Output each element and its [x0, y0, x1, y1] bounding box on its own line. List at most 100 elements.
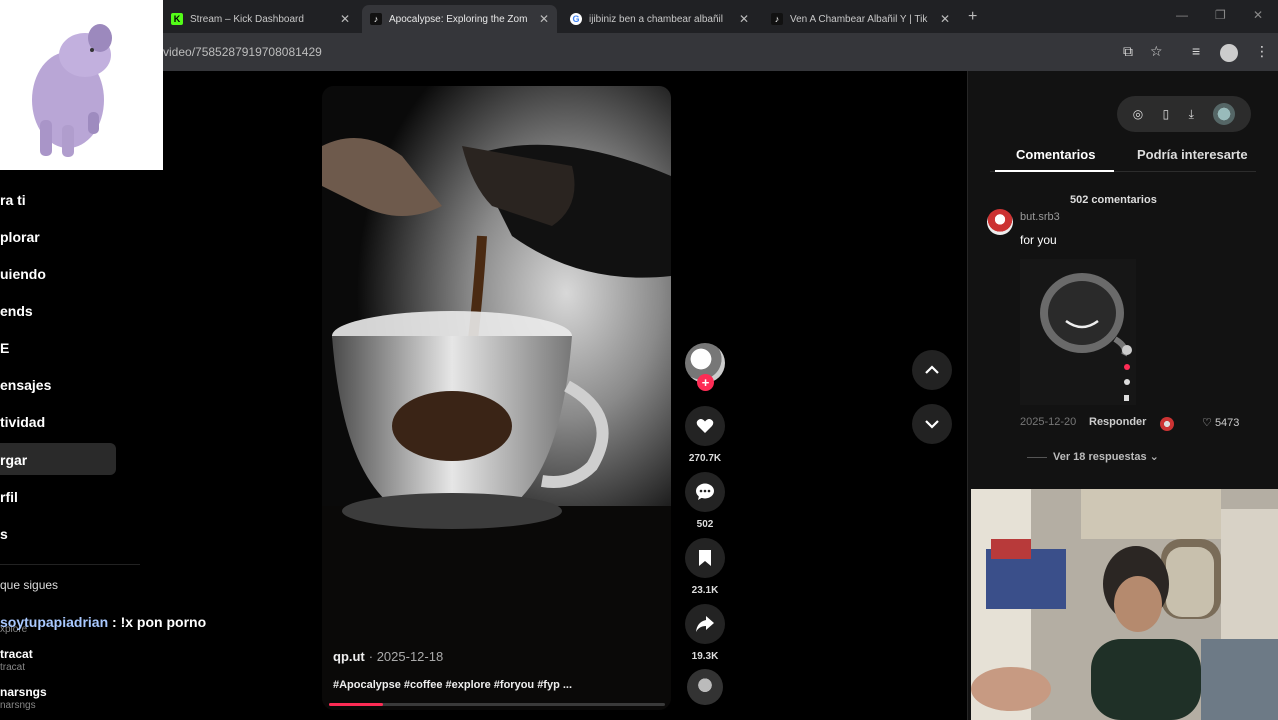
- save-action[interactable]: 23.1K: [684, 538, 726, 596]
- minimize-icon[interactable]: —: [1176, 8, 1188, 22]
- comment-date: 2025-12-20: [1020, 416, 1077, 428]
- bookmark-icon[interactable]: [685, 538, 725, 578]
- sidebar-divider: [0, 564, 140, 565]
- close-icon[interactable]: ✕: [539, 12, 549, 26]
- sidebar-item-friends[interactable]: ends: [0, 303, 33, 319]
- webcam-feed: [971, 489, 1278, 720]
- comment-count: 502: [696, 519, 714, 530]
- chevron-down-icon: [925, 420, 939, 429]
- sidebar-item-messages[interactable]: ensajes: [0, 377, 51, 393]
- sidebar-item-profile[interactable]: rfil: [0, 489, 18, 505]
- following-account-handle: tracat: [0, 662, 26, 673]
- comment-bubble-icon[interactable]: [685, 472, 725, 512]
- share-action[interactable]: 19.3K: [684, 604, 726, 662]
- replies-dash: [1027, 456, 1047, 458]
- sidebar-item-upload[interactable]: rgar: [0, 443, 116, 475]
- tab-title: Apocalypse: Exploring the Zom: [389, 13, 528, 25]
- sidebar-item-for-you[interactable]: ra ti: [0, 192, 26, 208]
- address-bar: video/7585287919708081429 ⧉ ☆ ≡ ⋮: [0, 33, 1278, 71]
- google-icon: G: [570, 13, 582, 25]
- view-replies-button[interactable]: Ver 18 respuestas ⌄: [1027, 450, 1159, 463]
- video-hashtags[interactable]: #Apocalypse #coffee #explore #foryou #fy…: [333, 679, 572, 691]
- new-tab-icon[interactable]: +: [968, 8, 977, 26]
- reading-list-icon[interactable]: ≡: [1192, 43, 1200, 59]
- bookmark-star-icon[interactable]: ☆: [1150, 43, 1163, 60]
- next-video-button[interactable]: [912, 404, 952, 444]
- tab-title: Stream – Kick Dashboard: [190, 13, 304, 25]
- author-name[interactable]: qp.ut: [333, 649, 365, 664]
- coffee-smile-image: [1020, 259, 1136, 405]
- tab-google-search[interactable]: G ijibiniz ben a chambear albañil ✕: [562, 5, 757, 33]
- heart-icon[interactable]: [685, 406, 725, 446]
- reply-button[interactable]: Responder: [1089, 416, 1146, 428]
- device-icon[interactable]: ▯: [1163, 107, 1170, 121]
- webcam-overlay: [971, 489, 1278, 720]
- video-date: · 2025-12-18: [368, 649, 444, 664]
- tab-kick-dashboard[interactable]: K Stream – Kick Dashboard ✕: [163, 5, 358, 33]
- tab-apocalypse[interactable]: ♪ Apocalypse: Exploring the Zom ✕: [362, 5, 557, 33]
- stream-chat-message: soytupapiadrian : !x pon porno: [0, 614, 206, 630]
- kick-icon: K: [171, 13, 183, 25]
- tab-title: ijibiniz ben a chambear albañil: [589, 13, 723, 25]
- top-right-toolbar: ◎ ▯ ⤓: [1117, 96, 1251, 132]
- like-action[interactable]: 270.7K: [684, 406, 726, 464]
- chat-username: soytupapiadrian: [0, 614, 109, 630]
- share-arrow-icon[interactable]: [685, 604, 725, 644]
- browser-tab-strip: K Stream – Kick Dashboard ✕ ♪ Apocalypse…: [0, 0, 1278, 33]
- active-tab-indicator: [995, 170, 1114, 172]
- compass-icon[interactable]: ◎: [1133, 107, 1143, 121]
- user-avatar[interactable]: [1213, 103, 1236, 125]
- sidebar-item-more[interactable]: s: [0, 526, 8, 542]
- commenter-avatar[interactable]: [987, 209, 1013, 235]
- heart-outline-icon: ♡: [1202, 417, 1212, 429]
- chevron-up-icon: [925, 365, 939, 374]
- url-field[interactable]: video/7585287919708081429: [163, 45, 322, 59]
- chat-text: : !x pon porno: [108, 614, 207, 630]
- close-icon[interactable]: ✕: [739, 12, 749, 26]
- install-app-icon[interactable]: ⧉: [1123, 43, 1133, 60]
- sidebar-item-explore[interactable]: plorar: [0, 229, 40, 245]
- commenter-username[interactable]: but.srb3: [1020, 211, 1060, 223]
- video-player[interactable]: qp.ut · 2025-12-18 #Apocalypse #coffee #e…: [322, 86, 671, 710]
- tab-comments[interactable]: Comentarios: [1016, 147, 1095, 162]
- download-icon[interactable]: ⤓: [1189, 107, 1194, 122]
- view-replies-label: Ver 18 respuestas: [1053, 451, 1147, 463]
- video-author[interactable]: qp.ut · 2025-12-18: [333, 649, 443, 664]
- sound-avatar[interactable]: [687, 669, 723, 705]
- comment-like[interactable]: ♡ 5473: [1202, 416, 1239, 429]
- following-account-name[interactable]: tracat: [0, 647, 33, 661]
- follow-plus-button[interactable]: +: [697, 374, 714, 391]
- tab-suggested[interactable]: Podría interesarte: [1137, 147, 1248, 162]
- comment-action[interactable]: 502: [684, 472, 726, 530]
- share-count: 19.3K: [691, 651, 719, 662]
- purple-dog-illustration: [32, 24, 112, 157]
- sidebar-item-live[interactable]: E: [0, 340, 9, 356]
- coffee-pour-frame: [322, 86, 671, 710]
- close-icon[interactable]: ✕: [340, 12, 350, 26]
- sidebar-item-activity[interactable]: tividad: [0, 414, 45, 430]
- sidebar-item-following[interactable]: uiendo: [0, 266, 46, 282]
- tab-tiktok-search[interactable]: ♪ Ven A Chambear Albañil Y | Tik ✕: [763, 5, 958, 33]
- profile-avatar[interactable]: [1220, 44, 1238, 62]
- menu-kebab-icon[interactable]: ⋮: [1255, 43, 1269, 60]
- close-icon[interactable]: ✕: [940, 12, 950, 26]
- video-progress-bar[interactable]: [329, 703, 665, 706]
- chevron-down-icon: ⌄: [1149, 451, 1159, 463]
- window-close-icon[interactable]: ✕: [1253, 8, 1263, 22]
- following-account-name[interactable]: narsngs: [0, 685, 47, 699]
- following-account-handle: narsngs: [0, 700, 36, 711]
- creator-liked-avatar: [1160, 417, 1174, 431]
- tab-title: Ven A Chambear Albañil Y | Tik: [790, 13, 928, 25]
- like-count: 270.7K: [688, 453, 722, 464]
- stream-overlay-image: [0, 0, 163, 170]
- maximize-icon[interactable]: ❐: [1215, 8, 1226, 22]
- tiktok-icon: ♪: [771, 13, 783, 25]
- comment-count-label: 502 comentarios: [1070, 194, 1157, 206]
- save-count: 23.1K: [691, 585, 719, 596]
- comment-image[interactable]: [1020, 259, 1136, 405]
- tiktok-icon: ♪: [370, 13, 382, 25]
- comment-like-count: 5473: [1214, 417, 1240, 429]
- previous-video-button[interactable]: [912, 350, 952, 390]
- progress-fill: [329, 703, 383, 706]
- comment-text: for you: [1020, 233, 1057, 247]
